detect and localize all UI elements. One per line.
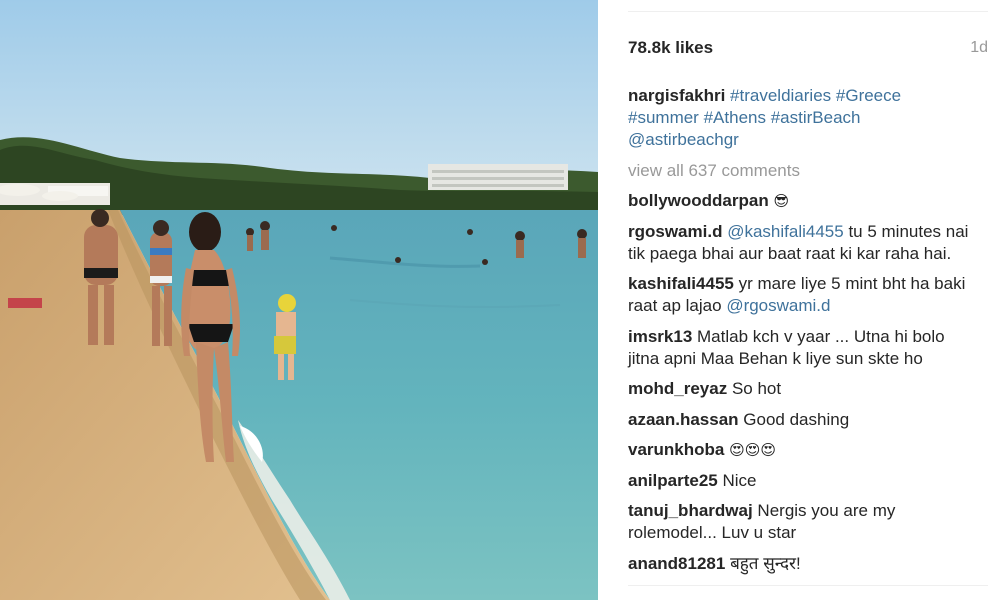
comment-mention-link[interactable]: @rgoswami.d — [726, 296, 830, 315]
hashtag-link[interactable]: #traveldiaries — [730, 86, 831, 105]
divider — [628, 11, 988, 12]
comment-item: azaan.hassan Good dashing — [628, 409, 973, 431]
beach-photo-illustration — [0, 0, 598, 600]
hashtag-link[interactable]: #astirBeach — [771, 108, 861, 127]
comment-item: anilparte25 Nice — [628, 470, 973, 492]
comment-item: varunkhoba 😍😍😍 — [628, 439, 973, 461]
comment-username[interactable]: azaan.hassan — [628, 410, 739, 429]
mention-link[interactable]: @astirbeachgr — [628, 130, 739, 149]
likes-count[interactable]: 78.8k likes — [628, 38, 713, 58]
comment-item: anand81281 बहुत सुन्दर! — [628, 553, 973, 575]
caption-username[interactable]: nargisfakhri — [628, 86, 725, 105]
comment-text: बहुत सुन्दर! — [730, 553, 801, 573]
comment-item: kashifali4455 yr mare liye 5 mint bht ha… — [628, 273, 973, 317]
comment-username[interactable]: varunkhoba — [628, 440, 724, 459]
comment-text: 😎 — [773, 192, 790, 210]
comment-item: rgoswami.d @kashifali4455 tu 5 minutes n… — [628, 221, 973, 265]
divider — [628, 585, 988, 586]
post-details-panel: 78.8k likes 1d nargisfakhri #traveldiari… — [598, 0, 1000, 600]
comment-username[interactable]: tanuj_bhardwaj — [628, 501, 753, 520]
comment-username[interactable]: kashifali4455 — [628, 274, 734, 293]
comment-username[interactable]: anand81281 — [628, 554, 725, 573]
comment-text: Good dashing — [743, 409, 850, 429]
comment-text: 😍😍😍 — [729, 441, 777, 459]
comment-item: bollywooddarpan 😎 — [628, 190, 973, 212]
comment-username[interactable]: imsrk13 — [628, 327, 692, 346]
post-time[interactable]: 1d — [970, 39, 988, 57]
comment-text: Nice — [722, 470, 757, 490]
comment-username[interactable]: rgoswami.d — [628, 222, 722, 241]
hashtag-link[interactable]: #Greece — [836, 86, 901, 105]
comment-username[interactable]: mohd_reyaz — [628, 379, 727, 398]
comment-text: So hot — [731, 379, 782, 398]
comment-item: tanuj_bhardwaj Nergis you are my rolemod… — [628, 500, 973, 544]
comment-username[interactable]: anilparte25 — [628, 471, 718, 490]
comment-item: imsrk13 Matlab kch v yaar ... Utna hi bo… — [628, 326, 973, 370]
comment-mention-link[interactable]: @kashifali4455 — [727, 222, 844, 241]
comments-list: bollywooddarpan 😎 rgoswami.d @kashifali4… — [628, 190, 973, 583]
view-all-comments-link[interactable]: view all 637 comments — [628, 161, 800, 181]
comment-item: mohd_reyaz So hot — [628, 378, 973, 400]
post-caption: nargisfakhri #traveldiaries #Greece #sum… — [628, 85, 928, 151]
post-photo[interactable] — [0, 0, 598, 600]
comments-clip — [598, 586, 1000, 600]
comment-username[interactable]: bollywooddarpan — [628, 191, 769, 210]
hashtag-link[interactable]: #Athens — [704, 108, 766, 127]
hashtag-link[interactable]: #summer — [628, 108, 699, 127]
